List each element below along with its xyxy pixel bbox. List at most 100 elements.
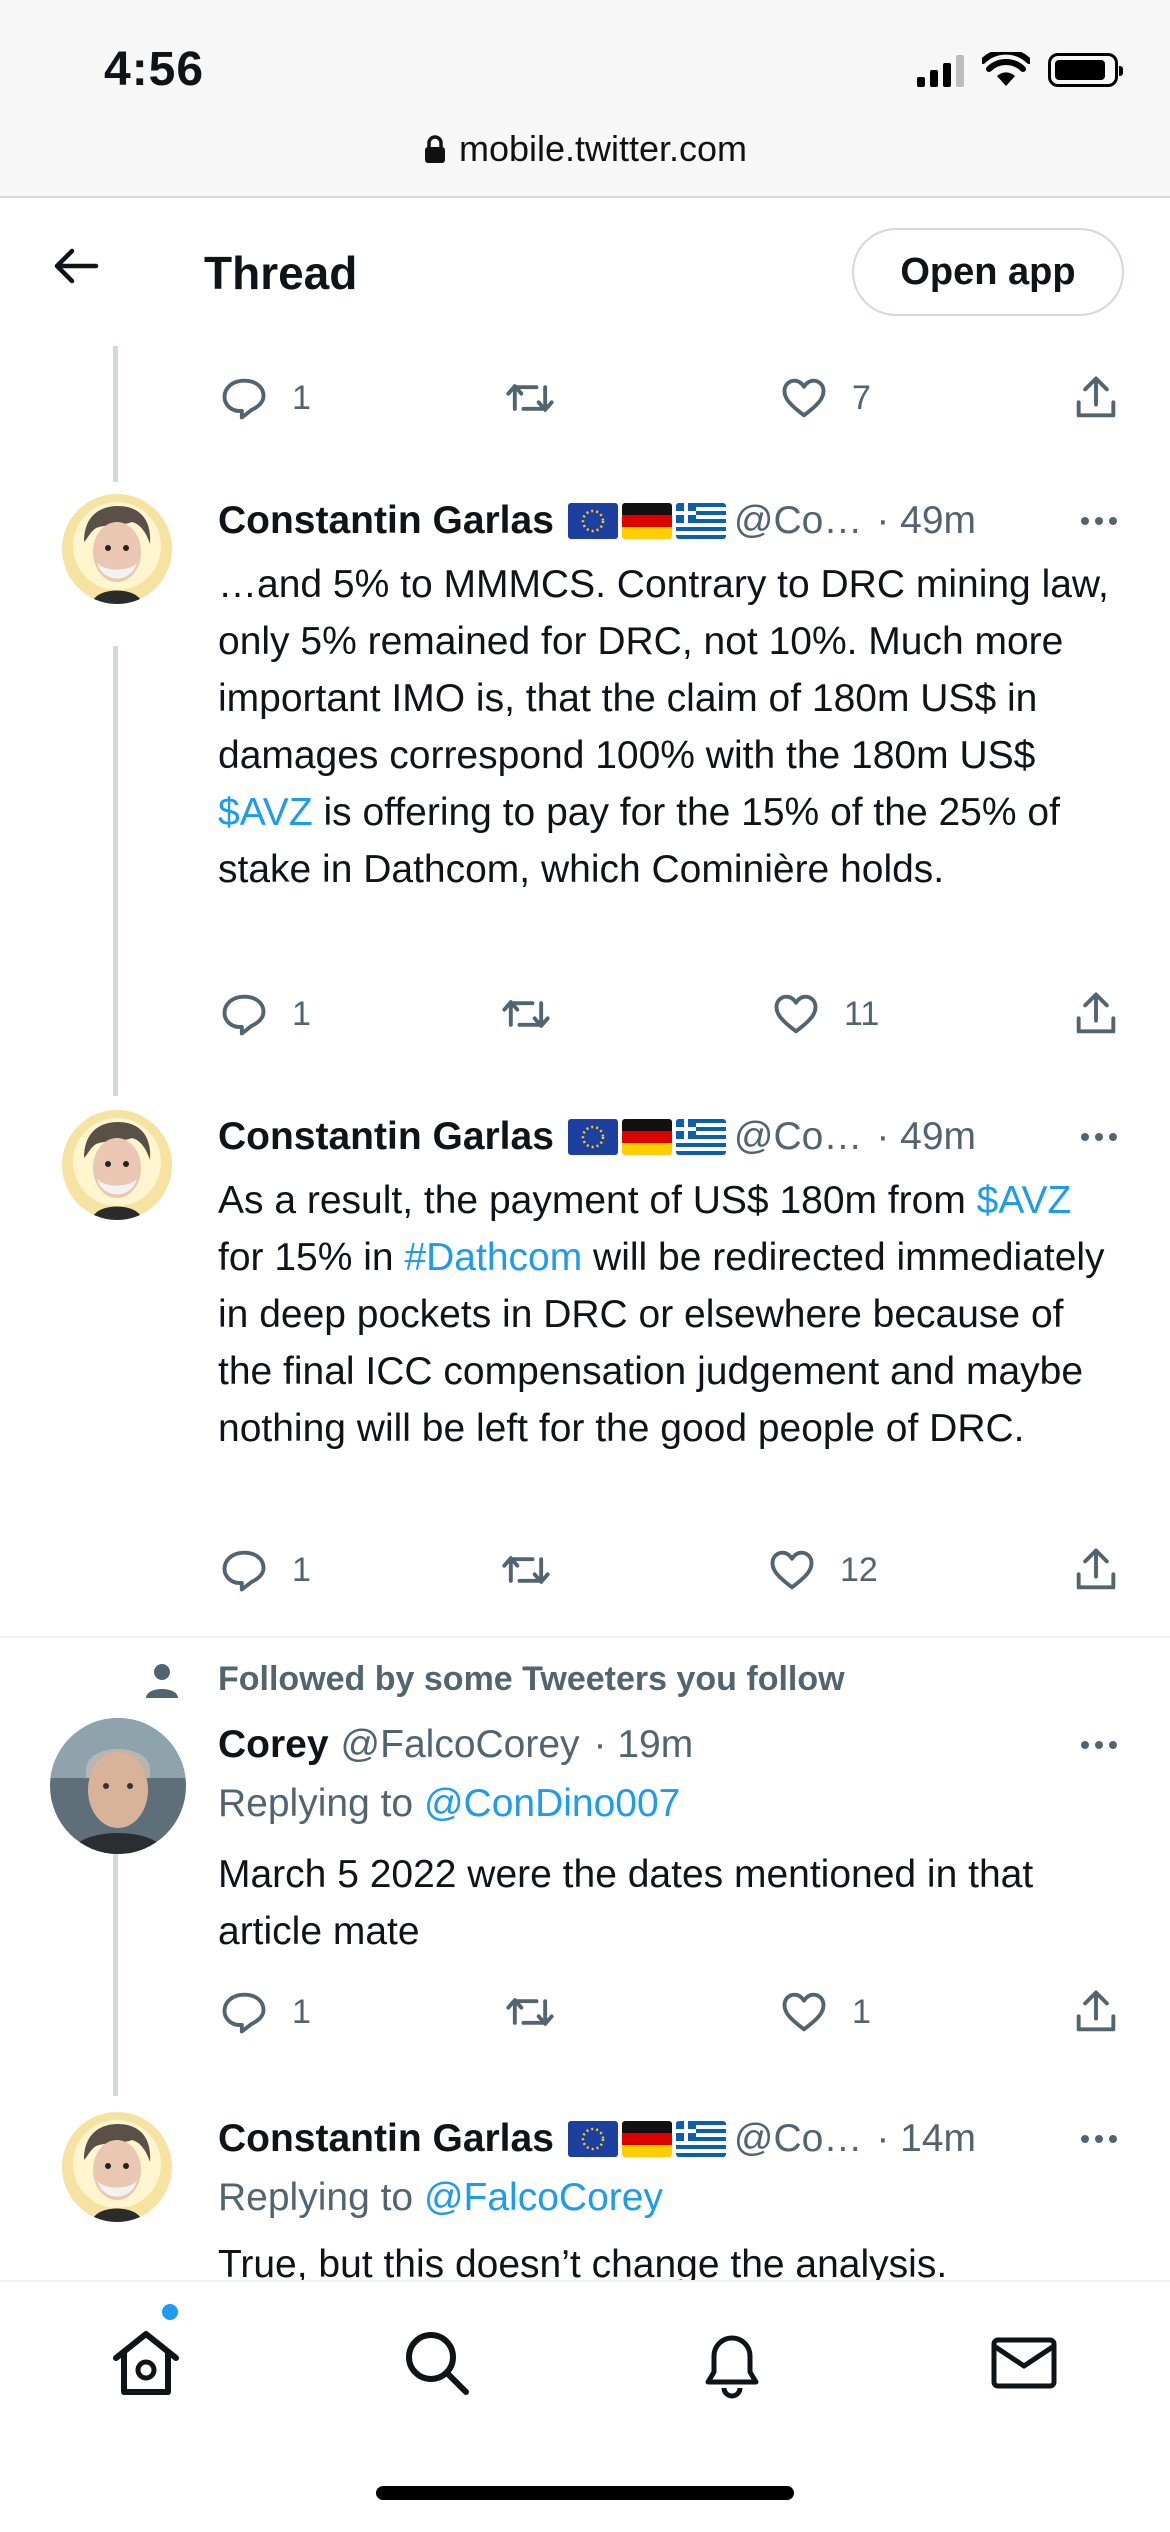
germany-flag-icon [621, 2121, 672, 2157]
mention-link[interactable]: @ConDino007 [424, 1782, 680, 1825]
timestamp[interactable]: · 49m [876, 499, 976, 543]
display-name[interactable]: Constantin Garlas [218, 1115, 554, 1159]
display-name[interactable]: Corey [218, 1723, 329, 1767]
handle[interactable]: @Co… [734, 499, 862, 543]
tweet-actions: 1 1 [218, 1986, 1118, 2046]
reply-button[interactable]: 1 [218, 988, 311, 1040]
tweet-text: …and 5% to MMMCS. Contrary to DRC mining… [218, 556, 1118, 898]
display-name[interactable]: Constantin Garlas [218, 499, 554, 543]
timestamp[interactable]: · 14m [876, 2117, 976, 2161]
status-time: 4:56 [104, 43, 205, 96]
thread-header: Thread Open app [0, 200, 1170, 346]
tweet-text-part: …and 5% to MMMCS. Contrary to DRC mining… [218, 563, 1109, 777]
url-text: mobile.twitter.com [458, 128, 748, 169]
germany-flag-icon [621, 1119, 672, 1155]
handle[interactable]: @Co… [734, 1115, 862, 1159]
reply-count: 1 [292, 378, 311, 417]
home-icon[interactable] [106, 2322, 186, 2402]
hashtag-link[interactable]: #Dathcom [404, 1236, 582, 1279]
wifi-icon [982, 52, 1030, 86]
thread-line [113, 1846, 118, 2096]
tweet-header: Constantin Garlas @Co… · 49m [218, 494, 1124, 548]
like-button[interactable]: 12 [766, 1544, 878, 1596]
open-app-button[interactable]: Open app [852, 228, 1124, 316]
divider [0, 1636, 1170, 1638]
tweet-text: March 5 2022 were the dates mentioned in… [218, 1853, 1034, 1953]
reply-button[interactable]: 1 [218, 1544, 311, 1596]
eu-flag-icon [567, 2121, 618, 2157]
status-icons [917, 52, 1123, 88]
replying-label: Replying to [218, 2176, 424, 2219]
like-button[interactable]: 1 [778, 1986, 871, 2038]
display-name[interactable]: Constantin Garlas [218, 2117, 554, 2161]
more-options-icon[interactable] [1074, 1110, 1124, 1164]
reply-button[interactable]: 1 [218, 1986, 311, 2038]
tweet-header: Constantin Garlas @Co… · 49m [218, 1110, 1124, 1164]
name-flags [567, 1119, 726, 1155]
person-icon [146, 1664, 178, 1698]
retweet-icon [506, 1998, 554, 2026]
cashtag-link[interactable]: $AVZ [977, 1179, 1072, 1222]
retweet-button[interactable] [504, 372, 556, 424]
share-button[interactable] [1070, 372, 1122, 424]
avatar[interactable] [62, 1110, 172, 1220]
reply-icon [222, 378, 266, 420]
reply-count: 1 [292, 1550, 311, 1589]
retweet-button[interactable] [500, 1544, 552, 1596]
like-count: 7 [852, 378, 871, 417]
avatar[interactable] [62, 2112, 172, 2222]
more-options-icon[interactable] [1074, 494, 1124, 548]
timestamp[interactable]: · 49m [876, 1115, 976, 1159]
share-button[interactable] [1070, 988, 1122, 1040]
heart-icon [770, 1550, 814, 1590]
messages-icon[interactable] [984, 2322, 1064, 2402]
like-button[interactable]: 11 [770, 988, 879, 1040]
share-button[interactable] [1070, 1544, 1122, 1596]
retweet-icon [502, 1556, 550, 1584]
share-icon [1076, 376, 1116, 418]
like-count: 11 [844, 994, 880, 1033]
name-flags [567, 503, 726, 539]
share-button[interactable] [1070, 1986, 1122, 2038]
timestamp[interactable]: · 19m [594, 1723, 694, 1767]
notification-dot [162, 2304, 178, 2320]
replying-to: Replying to @ConDino007 [218, 1782, 680, 1826]
back-arrow-icon[interactable] [50, 240, 102, 292]
replying-to: Replying to @FalcoCorey [218, 2176, 663, 2220]
share-icon [1076, 1990, 1116, 2032]
reply-icon [222, 994, 266, 1036]
tweet-actions: 1 12 [218, 1544, 1118, 1604]
tweet-actions: 1 7 [218, 372, 1118, 432]
heart-icon [782, 378, 826, 418]
tweet-text-part: As a result, the payment of US$ 180m fro… [218, 1179, 977, 1222]
eu-flag-icon [567, 1119, 618, 1155]
retweet-button[interactable] [500, 988, 552, 1040]
mention-link[interactable]: @FalcoCorey [424, 2176, 663, 2219]
like-button[interactable]: 7 [778, 372, 871, 424]
reply-icon [222, 1992, 266, 2034]
avatar[interactable] [50, 1718, 186, 1854]
like-count: 12 [840, 1550, 878, 1589]
handle[interactable]: @Co… [734, 2117, 862, 2161]
cashtag-link[interactable]: $AVZ [218, 791, 313, 834]
page-title: Thread [204, 247, 358, 299]
name-flags [567, 2121, 726, 2157]
more-options-icon[interactable] [1074, 1718, 1124, 1772]
tweet-text-part: is offering to pay for the 15% of the 25… [218, 791, 1060, 891]
greece-flag-icon [675, 1119, 726, 1155]
reply-button[interactable]: 1 [218, 372, 311, 424]
handle[interactable]: @FalcoCorey [341, 1723, 580, 1767]
more-options-icon[interactable] [1074, 2112, 1124, 2166]
notifications-icon[interactable] [692, 2322, 772, 2402]
heart-icon [774, 994, 818, 1034]
search-icon[interactable] [396, 2322, 476, 2402]
tweet-header: Constantin Garlas @Co… · 14m [218, 2112, 1124, 2166]
avatar[interactable] [62, 494, 172, 604]
eu-flag-icon [567, 503, 618, 539]
retweet-button[interactable] [504, 1986, 556, 2038]
home-indicator[interactable] [376, 2486, 794, 2500]
url-bar[interactable]: mobile.twitter.com [0, 128, 1170, 170]
reply-icon [222, 1550, 266, 1592]
germany-flag-icon [621, 503, 672, 539]
tweet-header: Corey @FalcoCorey · 19m [218, 1718, 1124, 1772]
